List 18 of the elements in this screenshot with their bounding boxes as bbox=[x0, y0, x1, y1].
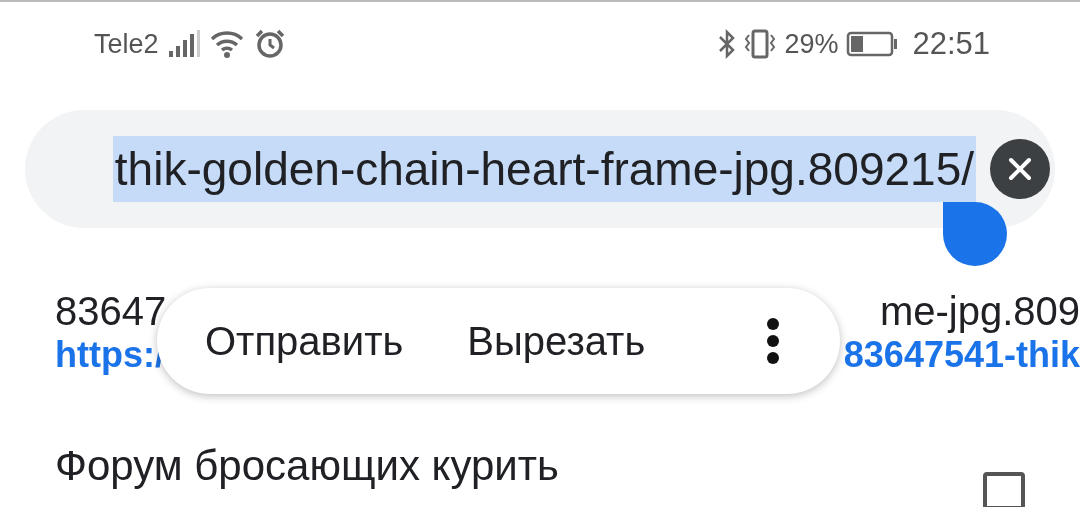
battery-percent: 29% bbox=[784, 28, 839, 60]
battery-icon bbox=[846, 31, 899, 57]
suggestion-title: Форум бросающих курить bbox=[55, 444, 559, 488]
menu-item[interactable]: Отправить bbox=[187, 310, 422, 372]
suggestion-title: me-jpg.809 bbox=[879, 288, 1080, 335]
close-icon bbox=[1007, 156, 1033, 182]
clock-time: 22:51 bbox=[912, 26, 990, 62]
menu-item[interactable]: Вырезать bbox=[449, 310, 664, 372]
clear-button[interactable] bbox=[990, 139, 1050, 199]
bluetooth-icon bbox=[718, 29, 737, 59]
vibrate-icon bbox=[744, 29, 777, 59]
selection-handle[interactable] bbox=[943, 202, 1007, 266]
suggestion-icon bbox=[983, 472, 1025, 507]
signal-icon bbox=[166, 29, 201, 59]
suggestion-title: 83647 bbox=[55, 288, 167, 335]
carrier-name: Tele2 bbox=[94, 28, 159, 60]
alarm-icon bbox=[254, 29, 285, 59]
suggestion-url: 83647541-thik bbox=[843, 336, 1080, 374]
